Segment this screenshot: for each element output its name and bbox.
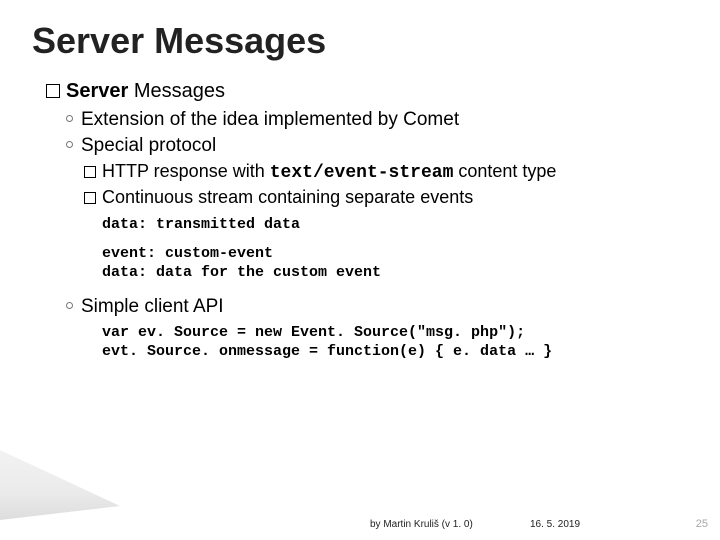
bullet-text: Special protocol xyxy=(81,135,216,156)
slide-title: Server Messages xyxy=(32,20,698,62)
bullet-text: Extension of the idea implemented by Com… xyxy=(81,109,459,130)
bullet-text: Simple client API xyxy=(81,296,224,317)
heading-bold: Server xyxy=(66,80,128,102)
square-bullet-icon xyxy=(84,166,96,178)
circle-bullet-icon xyxy=(66,115,73,122)
inline-code: text/event-stream xyxy=(270,163,454,183)
subbullet-continuous-stream: Continuous stream containing separate ev… xyxy=(84,187,698,208)
sub-text-pre: HTTP response with xyxy=(102,161,270,181)
bullet-extension: Extension of the idea implemented by Com… xyxy=(66,109,698,131)
circle-bullet-icon xyxy=(66,141,73,148)
footer-credit: by Martin Kruliš (v 1. 0) xyxy=(370,519,473,530)
subbullet-http-response: HTTP response with text/event-stream con… xyxy=(84,161,698,183)
heading-server-messages: Server Messages xyxy=(46,80,698,103)
code-block-2: event: custom-event data: data for the c… xyxy=(102,245,698,283)
footer-date: 16. 5. 2019 xyxy=(530,519,580,530)
sub-text: Continuous stream containing separate ev… xyxy=(102,187,473,207)
heading-rest: Messages xyxy=(128,80,225,102)
sub-text-post: content type xyxy=(453,161,556,181)
code-block-3: var ev. Source = new Event. Source("msg.… xyxy=(102,324,698,362)
slide: Server Messages Server Messages Extensio… xyxy=(0,0,720,540)
bullet-special-protocol: Special protocol xyxy=(66,135,698,157)
decorative-corner xyxy=(0,450,120,520)
square-bullet-icon xyxy=(46,84,60,98)
square-bullet-icon xyxy=(84,192,96,204)
code-block-1: data: transmitted data xyxy=(102,216,698,235)
circle-bullet-icon xyxy=(66,302,73,309)
footer-page-number: 25 xyxy=(696,518,708,530)
bullet-simple-client-api: Simple client API xyxy=(66,296,698,318)
